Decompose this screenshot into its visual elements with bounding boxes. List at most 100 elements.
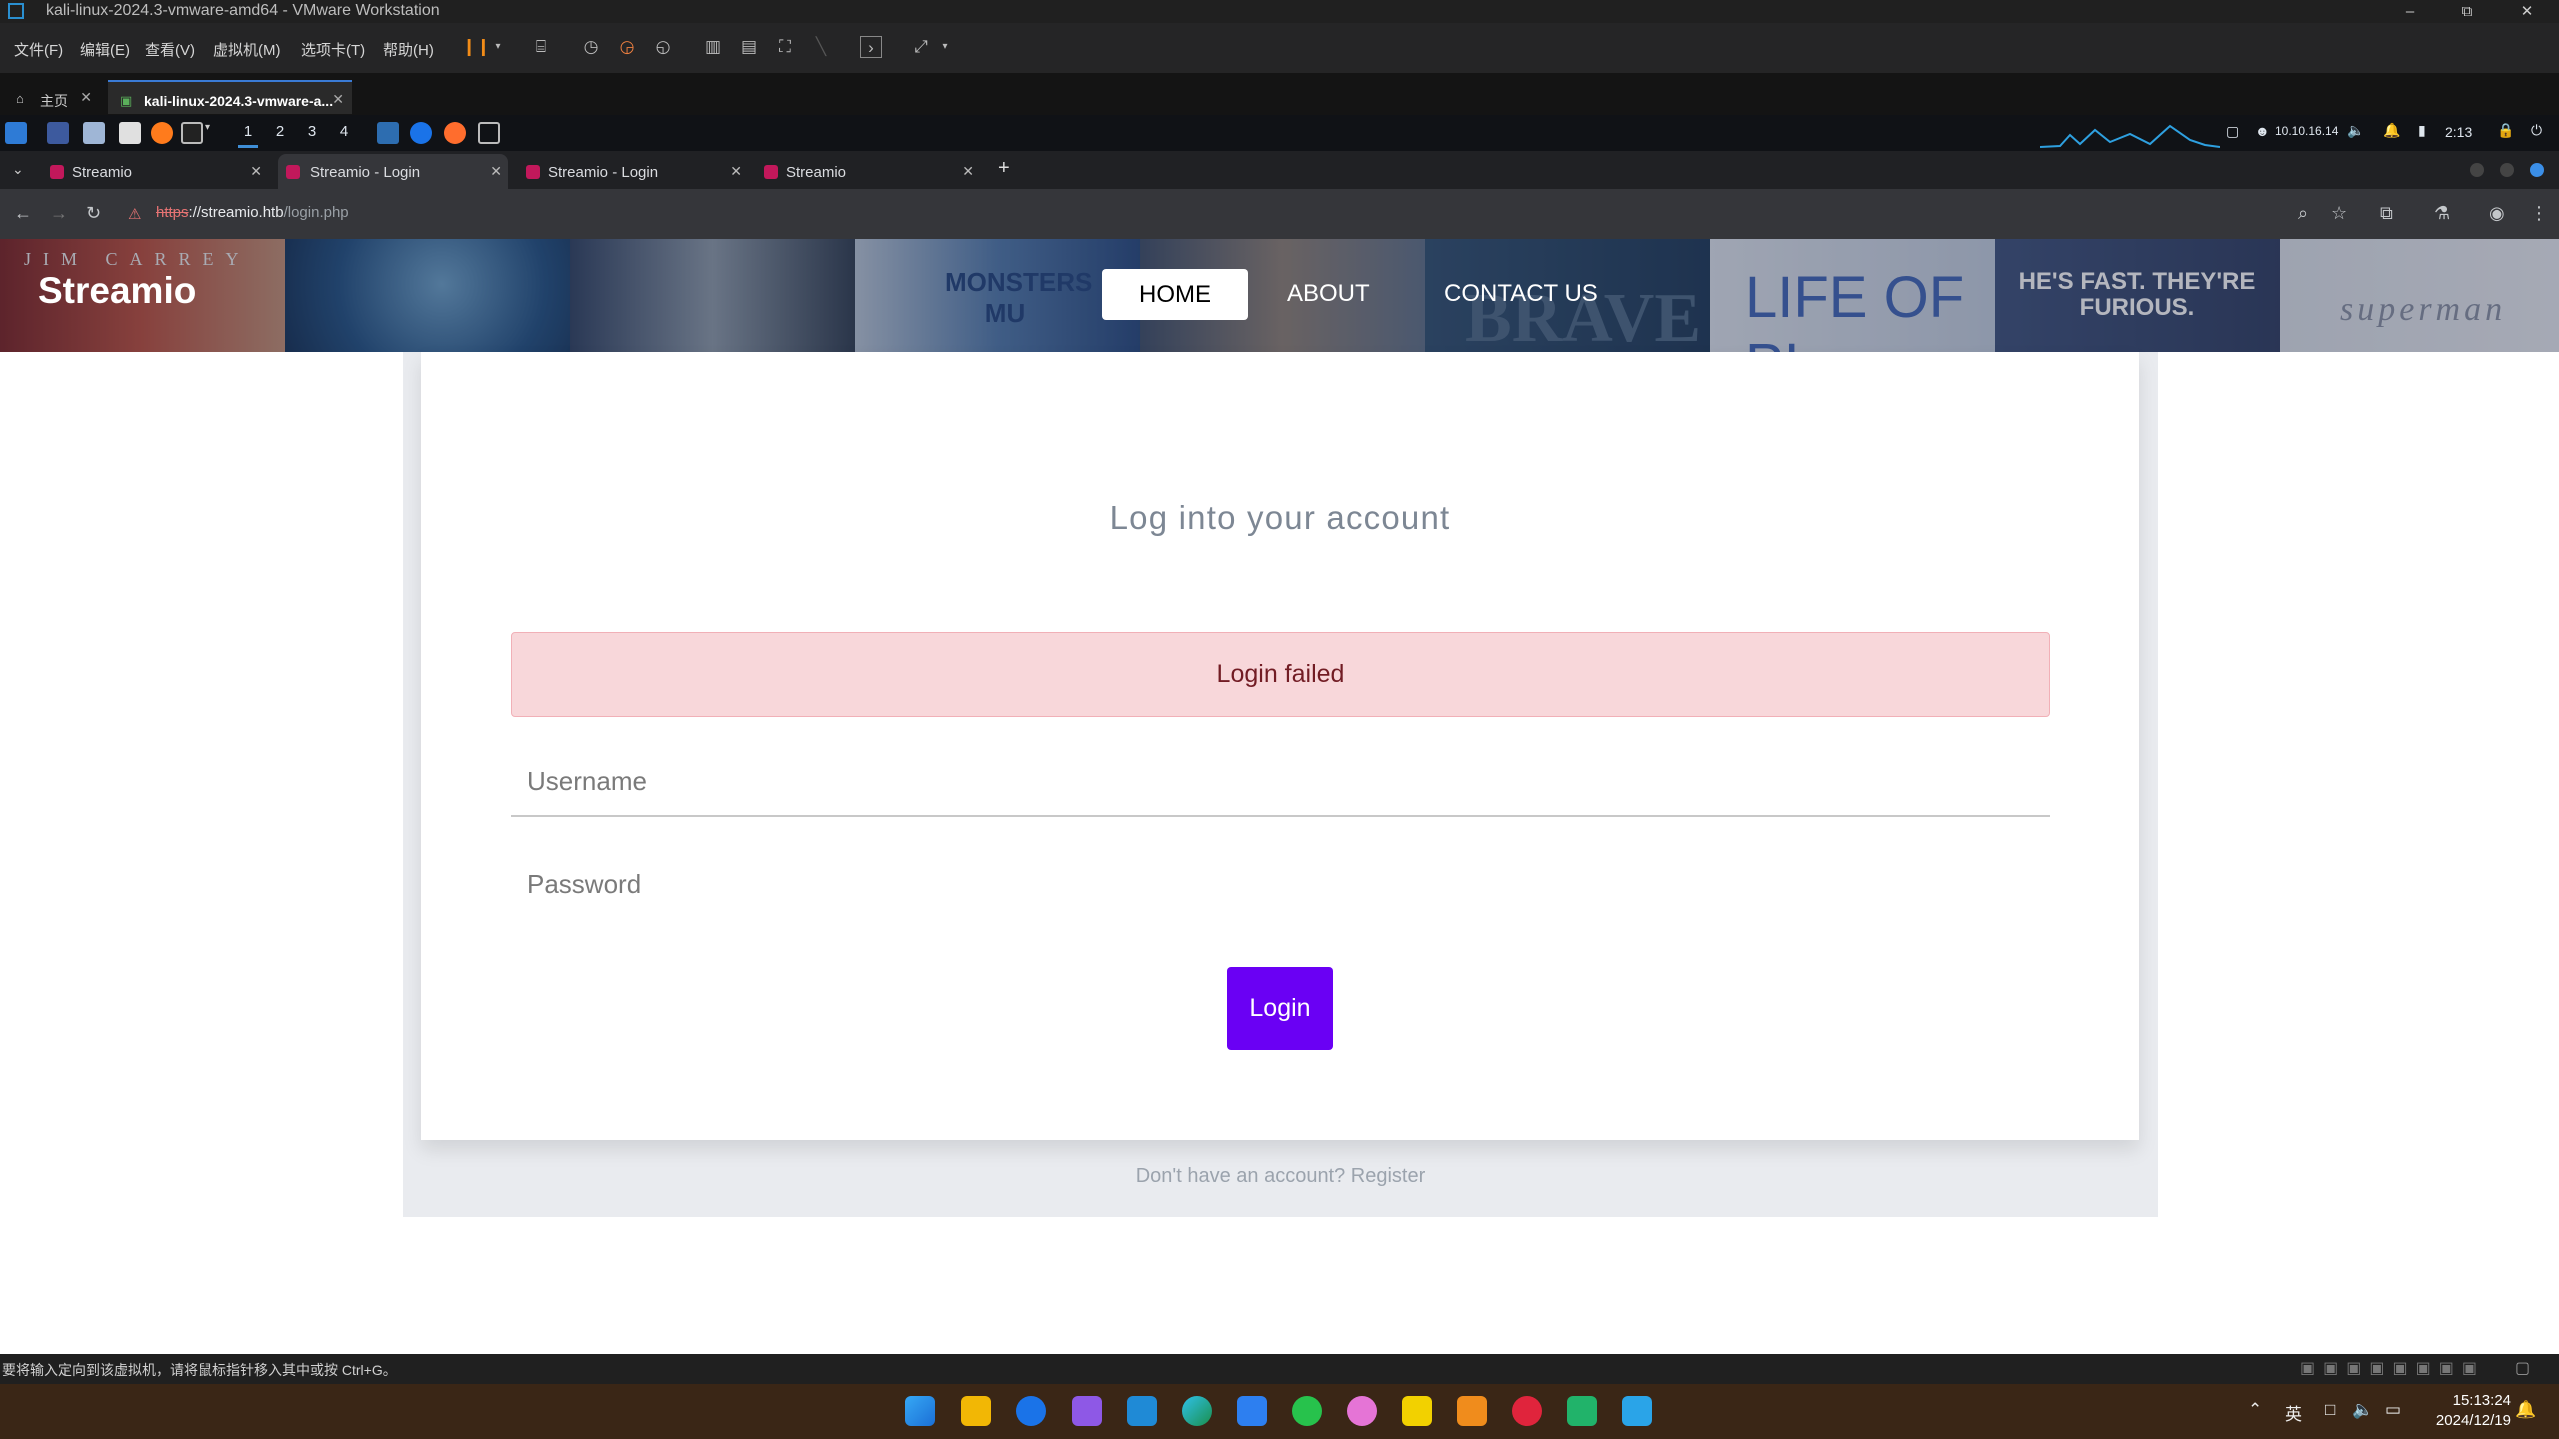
netease-music-icon[interactable] — [1512, 1396, 1542, 1426]
close-icon[interactable]: ✕ — [730, 163, 742, 180]
browser-tab[interactable]: Streamio ✕ — [762, 154, 980, 189]
close-icon[interactable]: ✕ — [2512, 0, 2542, 23]
nav-contact-us[interactable]: CONTACT US — [1444, 269, 1598, 319]
password-field[interactable] — [511, 849, 2050, 919]
close-icon[interactable]: ✕ — [80, 89, 92, 106]
edge-icon[interactable] — [1182, 1396, 1212, 1426]
new-tab-button[interactable]: + — [998, 157, 1010, 180]
power-icon[interactable]: ⏻ — [2531, 122, 2542, 139]
ime-indicator[interactable]: 英 — [2285, 1400, 2302, 1425]
close-icon[interactable]: ✕ — [250, 163, 262, 180]
minimize-icon[interactable]: – — [2395, 0, 2425, 23]
tray-overflow-icon[interactable]: ⌃ — [2248, 1400, 2262, 1420]
back-icon[interactable]: ← — [14, 203, 32, 224]
console-icon[interactable]: › — [860, 36, 882, 58]
tab-kali-vm[interactable]: ▣ kali-linux-2024.3-vmware-a... ✕ — [108, 80, 352, 114]
wechat-icon[interactable] — [1292, 1396, 1322, 1426]
cat-app-icon[interactable] — [1347, 1396, 1377, 1426]
system-clock[interactable]: 15:13:24 2024/12/19 — [2436, 1391, 2511, 1431]
obsidian-icon[interactable] — [1072, 1396, 1102, 1426]
extensions-icon[interactable]: ⧉ — [2380, 203, 2393, 224]
close-icon[interactable]: ✕ — [962, 163, 974, 180]
close-dot-icon[interactable] — [2530, 163, 2544, 177]
vmware-icon[interactable] — [1457, 1396, 1487, 1426]
notification-bell-icon[interactable]: 🔔 — [2515, 1400, 2536, 1420]
workspace-2[interactable]: 2 — [270, 123, 290, 140]
device-status-icons[interactable]: ▣▣▣▣▣▣▣▣ — [2300, 1358, 2485, 1378]
site-brand-logo[interactable]: Streamio — [38, 270, 196, 312]
app-ws-icon[interactable] — [1567, 1396, 1597, 1426]
not-secure-icon[interactable]: ⚠ — [128, 205, 141, 223]
text-editor-icon[interactable] — [119, 122, 141, 144]
battery-icon[interactable]: ▮ — [2418, 122, 2426, 139]
menu-view[interactable]: 查看(V) — [145, 39, 195, 60]
speaker-icon[interactable]: 🔈 — [2352, 1400, 2373, 1420]
browser-tab-active[interactable]: Streamio - Login ✕ — [278, 154, 508, 189]
nav-about[interactable]: ABOUT — [1287, 269, 1370, 319]
menu-edit[interactable]: 编辑(E) — [80, 39, 130, 60]
volume-icon[interactable]: 🔈 — [2347, 122, 2364, 139]
menu-vm[interactable]: 虚拟机(M) — [213, 39, 281, 60]
close-icon[interactable]: ✕ — [332, 91, 344, 108]
restore-icon[interactable]: ⧉ — [2452, 0, 2482, 23]
chrome-window-icon[interactable] — [410, 122, 432, 144]
battery-icon[interactable]: ▭ — [2385, 1400, 2401, 1420]
browser-tab[interactable]: Streamio ✕ — [48, 154, 268, 189]
reload-icon[interactable]: ↻ — [86, 203, 101, 224]
menu-file[interactable]: 文件(F) — [14, 39, 63, 60]
windows-start-icon[interactable] — [905, 1396, 935, 1426]
profile-icon[interactable]: ◉ — [2489, 203, 2505, 224]
folder-app-icon[interactable] — [1402, 1396, 1432, 1426]
send-keys-icon[interactable]: ⌸ — [530, 36, 552, 58]
maximize-dot-icon[interactable] — [2500, 163, 2514, 177]
pause-icon[interactable]: ❙❙ — [462, 36, 491, 58]
file-manager-icon[interactable] — [83, 122, 105, 144]
more-menu-icon[interactable]: ⋮ — [2530, 203, 2548, 224]
register-link[interactable]: Don't have an account? Register — [403, 1165, 2158, 1188]
kali-menu-icon[interactable] — [5, 122, 27, 144]
firefox-window-icon[interactable] — [444, 122, 466, 144]
fullscreen-icon[interactable]: ⛶ — [774, 36, 796, 58]
revert-snapshot-icon[interactable]: ◶ — [616, 36, 638, 58]
tab-home[interactable]: ⌂ 主页 ✕ — [4, 80, 100, 114]
app-star-icon[interactable] — [1237, 1396, 1267, 1426]
thumbnail-bar-icon[interactable]: ▤ — [738, 36, 760, 58]
show-desktop-icon[interactable] — [47, 122, 69, 144]
snapshot-icon[interactable]: ◷ — [580, 36, 602, 58]
firefox-icon[interactable] — [151, 122, 173, 144]
stretch-icon[interactable]: ⤢ — [910, 36, 932, 58]
app-w-icon[interactable] — [1622, 1396, 1652, 1426]
terminal-window-icon[interactable] — [478, 122, 500, 144]
lock-icon[interactable]: 🔒 — [2497, 122, 2514, 139]
chrome-icon[interactable] — [1016, 1396, 1046, 1426]
workspace-3[interactable]: 3 — [302, 123, 322, 140]
file-explorer-icon[interactable] — [961, 1396, 991, 1426]
nav-home[interactable]: HOME — [1102, 269, 1248, 320]
bookmark-star-icon[interactable]: ☆ — [2331, 203, 2347, 224]
snapshot-manager-icon[interactable]: ◵ — [652, 36, 674, 58]
vscode-icon[interactable] — [1127, 1396, 1157, 1426]
chevron-down-icon[interactable]: ▾ — [205, 122, 227, 144]
terminal-icon[interactable] — [181, 122, 203, 144]
screen-icon[interactable]: ▢ — [2226, 123, 2239, 140]
labs-icon[interactable]: ⚗ — [2434, 203, 2450, 224]
menu-help[interactable]: 帮助(H) — [383, 39, 434, 60]
chevron-down-icon[interactable]: ▾ — [934, 36, 956, 58]
login-button[interactable]: Login — [1227, 967, 1333, 1050]
fit-guest-icon[interactable]: ▢ — [2515, 1358, 2530, 1378]
tab-search-icon[interactable]: ⌄ — [12, 161, 24, 178]
chevron-down-icon[interactable]: ▾ — [487, 36, 509, 58]
workspace-1[interactable]: 1 — [238, 123, 258, 148]
menu-tabs[interactable]: 选项卡(T) — [301, 39, 365, 60]
workspace-4[interactable]: 4 — [334, 123, 354, 140]
sidebar-toggle-icon[interactable]: ▥ — [702, 36, 724, 58]
window-icon[interactable] — [377, 122, 399, 144]
username-field[interactable] — [511, 747, 2050, 817]
url-field[interactable]: https://streamio.htb/login.php — [156, 204, 349, 221]
panel-clock[interactable]: 2:13 — [2445, 124, 2472, 140]
network-icon[interactable]: □ — [2325, 1400, 2335, 1420]
notification-icon[interactable]: 🔔 — [2383, 122, 2400, 139]
minimize-dot-icon[interactable] — [2470, 163, 2484, 177]
close-icon[interactable]: ✕ — [490, 163, 502, 180]
forward-icon[interactable]: → — [50, 203, 68, 224]
